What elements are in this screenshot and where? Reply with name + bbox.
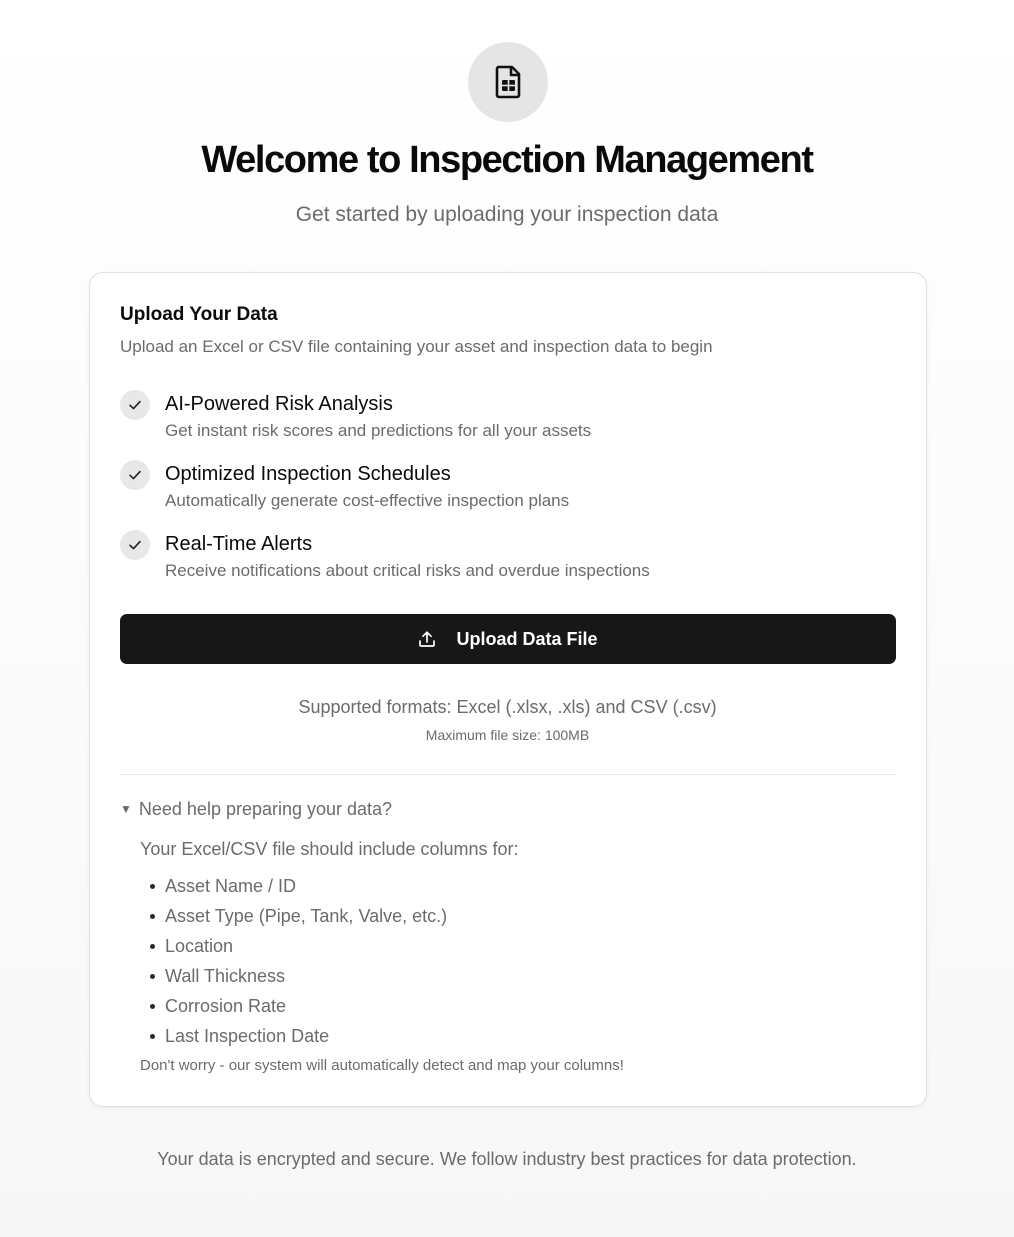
list-item: Corrosion Rate — [150, 991, 447, 1021]
list-item: Asset Type (Pipe, Tank, Valve, etc.) — [150, 901, 447, 931]
feature-description: Get instant risk scores and predictions … — [165, 421, 592, 440]
bullet-icon — [150, 1033, 155, 1039]
card-title: Upload Your Data — [120, 304, 278, 325]
bullet-icon — [150, 883, 155, 889]
feature-title: Optimized Inspection Schedules — [165, 463, 451, 485]
hero-icon-badge — [468, 42, 548, 122]
feature-title: Real-Time Alerts — [165, 533, 313, 555]
feature-real-time-alerts: Real-Time Alerts Receive notifications a… — [120, 530, 880, 590]
list-item-text: Last Inspection Date — [165, 1026, 330, 1046]
list-item-text: Asset Name / ID — [165, 876, 297, 896]
upload-icon — [418, 630, 436, 648]
check-icon — [120, 530, 150, 560]
upload-data-file-button[interactable]: Upload Data File — [120, 614, 896, 664]
required-columns-list: Asset Name / ID Asset Type (Pipe, Tank, … — [150, 871, 447, 1051]
list-item: Wall Thickness — [150, 961, 447, 991]
check-icon — [120, 390, 150, 420]
help-toggle-label: Need help preparing your data? — [138, 799, 393, 819]
feature-risk-analysis: AI-Powered Risk Analysis Get instant ris… — [120, 390, 880, 450]
feature-description: Automatically generate cost-effective in… — [165, 491, 570, 510]
help-disclosure-toggle[interactable]: ▼ Need help preparing your data? — [120, 797, 392, 821]
check-icon — [120, 460, 150, 490]
feature-inspection-schedules: Optimized Inspection Schedules Automatic… — [120, 460, 880, 520]
list-item-text: Corrosion Rate — [165, 996, 287, 1016]
list-item: Asset Name / ID — [150, 871, 447, 901]
bullet-icon — [150, 943, 155, 949]
bullet-icon — [150, 973, 155, 979]
security-note: Your data is encrypted and secure. We fo… — [157, 1149, 857, 1169]
spreadsheet-file-icon — [495, 65, 521, 99]
max-file-size-text: Maximum file size: 100MB — [425, 727, 590, 743]
list-item-text: Location — [165, 936, 234, 956]
card-description: Upload an Excel or CSV file containing y… — [120, 337, 713, 356]
feature-description: Receive notifications about critical ris… — [165, 561, 650, 580]
list-item: Location — [150, 931, 447, 961]
list-item-text: Wall Thickness — [165, 966, 286, 986]
page-subtitle: Get started by uploading your inspection… — [295, 203, 719, 226]
divider — [120, 774, 896, 775]
page-title: Welcome to Inspection Management — [201, 139, 814, 181]
feature-title: AI-Powered Risk Analysis — [165, 393, 393, 415]
supported-formats-text: Supported formats: Excel (.xlsx, .xls) a… — [298, 697, 717, 717]
list-item: Last Inspection Date — [150, 1021, 447, 1051]
triangle-down-icon: ▼ — [120, 802, 132, 816]
help-intro-text: Your Excel/CSV file should include colum… — [140, 839, 519, 859]
upload-card: Upload Your Data Upload an Excel or CSV … — [89, 272, 927, 1107]
list-item-text: Asset Type (Pipe, Tank, Valve, etc.) — [165, 906, 448, 926]
bullet-icon — [150, 1003, 155, 1009]
upload-button-label: Upload Data File — [456, 628, 598, 649]
help-note-text: Don't worry - our system will automatica… — [140, 1057, 624, 1074]
bullet-icon — [150, 913, 155, 919]
